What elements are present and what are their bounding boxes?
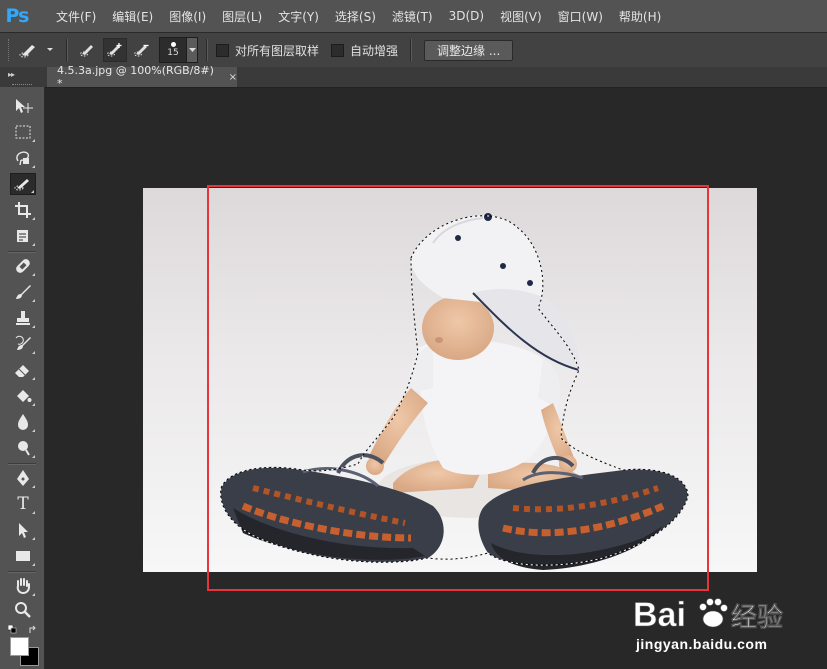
rectangle-icon — [16, 551, 30, 561]
eyedropper-icon — [17, 230, 28, 242]
tool-preset-picker[interactable] — [18, 38, 58, 62]
baidu-logo: Bai 经验 — [633, 596, 784, 635]
new-selection-button[interactable] — [76, 38, 100, 62]
quick-selection-icon — [19, 45, 35, 58]
menu-image[interactable]: 图像(I) — [161, 8, 214, 25]
menu-file[interactable]: 文件(F) — [48, 8, 104, 25]
brush-tool[interactable] — [10, 281, 36, 303]
move-icon — [16, 99, 33, 113]
svg-text:Bai: Bai — [633, 596, 686, 634]
history-brush-icon — [15, 335, 31, 350]
tools-grip[interactable] — [12, 84, 32, 87]
svg-text:经验: 经验 — [731, 602, 783, 633]
move-tool[interactable] — [10, 95, 36, 117]
menu-select[interactable]: 选择(S) — [327, 8, 384, 25]
color-swatches — [8, 625, 40, 666]
eyedropper-tool[interactable] — [10, 225, 36, 247]
divider — [8, 571, 36, 573]
eraser-icon — [15, 365, 29, 377]
swap-colors-icon[interactable] — [28, 625, 38, 635]
default-colors-icon[interactable] — [8, 625, 18, 635]
chevron-down-icon — [47, 48, 53, 51]
blur-icon — [18, 414, 28, 430]
document-tab-bar: ▸▸ 4.5.3a.jpg @ 100%(RGB/8#) * × — [0, 64, 827, 90]
quick-selection-icon — [14, 179, 29, 191]
menu-filter[interactable]: 滤镜(T) — [384, 8, 441, 25]
divider — [410, 39, 413, 61]
hand-tool[interactable] — [10, 575, 36, 597]
menu-layer[interactable]: 图层(L) — [214, 8, 270, 25]
dodge-icon — [18, 441, 30, 456]
menu-help[interactable]: 帮助(H) — [611, 8, 669, 25]
healing-brush-tool[interactable] — [10, 255, 36, 277]
divider — [8, 463, 36, 465]
baidu-jingyan-watermark: Bai 经验 jingyan.baidu.com — [633, 592, 823, 662]
brush-size-value: 15 — [167, 48, 179, 58]
brush-tip-icon — [170, 42, 176, 47]
sample-all-layers-label: 对所有图层取样 — [235, 43, 320, 58]
foreground-color-swatch[interactable] — [10, 637, 29, 656]
brush-icon — [16, 285, 31, 299]
history-brush-tool[interactable] — [10, 333, 36, 355]
brush-add-icon — [107, 43, 122, 57]
clone-stamp-tool[interactable] — [10, 307, 36, 329]
healing-brush-icon — [16, 259, 30, 273]
eraser-tool[interactable] — [10, 359, 36, 381]
highlight-rectangle — [207, 185, 709, 591]
document-tab[interactable]: 4.5.3a.jpg @ 100%(RGB/8#) * × — [47, 64, 237, 90]
paint-bucket-icon — [17, 390, 32, 402]
menu-view[interactable]: 视图(V) — [492, 8, 550, 25]
photoshop-logo: Ps — [5, 5, 30, 27]
brush-preview: 15 — [159, 37, 187, 63]
subtract-from-selection-button[interactable] — [130, 38, 154, 62]
paint-bucket-tool[interactable] — [10, 385, 36, 407]
menu-window[interactable]: 窗口(W) — [550, 8, 611, 25]
brush-dropdown-toggle[interactable] — [187, 37, 198, 63]
collapse-toolbar-icon[interactable]: ▸▸ — [8, 70, 15, 79]
options-bar: 15 对所有图层取样 自动增强 调整边缘 ... — [0, 32, 827, 68]
hand-icon — [16, 578, 30, 595]
zoom-tool[interactable] — [10, 599, 36, 621]
menu-type[interactable]: 文字(Y) — [270, 8, 327, 25]
divider — [66, 39, 68, 61]
sample-all-layers-checkbox[interactable] — [216, 43, 229, 57]
menu-3d[interactable]: 3D(D) — [441, 9, 492, 23]
watermark-url: jingyan.baidu.com — [636, 636, 768, 652]
tools-panel: T — [0, 84, 45, 669]
lasso-tool[interactable] — [10, 147, 36, 169]
divider — [206, 39, 208, 61]
marquee-tool[interactable] — [10, 121, 36, 143]
quick-selection-tool[interactable] — [10, 173, 36, 195]
refine-edge-button[interactable]: 调整边缘 ... — [424, 39, 514, 61]
close-icon[interactable]: × — [229, 72, 237, 83]
add-to-selection-button[interactable] — [103, 38, 127, 62]
type-tool[interactable]: T — [10, 493, 36, 515]
path-selection-tool[interactable] — [10, 519, 36, 541]
divider — [8, 251, 36, 253]
type-icon: T — [17, 494, 29, 514]
blur-tool[interactable] — [10, 411, 36, 433]
path-selection-icon — [19, 523, 28, 538]
brush-subtract-icon — [134, 44, 149, 57]
document-tab-title: 4.5.3a.jpg @ 100%(RGB/8#) * — [57, 64, 214, 90]
dodge-tool[interactable] — [10, 437, 36, 459]
options-grip[interactable] — [8, 39, 12, 61]
auto-enhance-checkbox[interactable] — [331, 43, 345, 57]
clone-stamp-icon — [16, 311, 30, 325]
marquee-icon — [15, 125, 31, 139]
auto-enhance-label: 自动增强 — [350, 43, 399, 58]
menu-edit[interactable]: 编辑(E) — [104, 8, 161, 25]
lasso-icon — [16, 151, 30, 166]
zoom-icon — [15, 602, 31, 618]
crop-tool[interactable] — [10, 199, 36, 221]
rectangle-tool[interactable] — [10, 545, 36, 567]
chevron-down-icon — [188, 47, 196, 52]
pen-icon — [17, 470, 29, 486]
pen-tool[interactable] — [10, 467, 36, 489]
brush-size-picker[interactable]: 15 — [159, 37, 198, 63]
brush-new-icon — [80, 45, 93, 57]
crop-icon — [15, 202, 31, 218]
menu-bar: Ps 文件(F) 编辑(E) 图像(I) 图层(L) 文字(Y) 选择(S) 滤… — [0, 0, 827, 32]
